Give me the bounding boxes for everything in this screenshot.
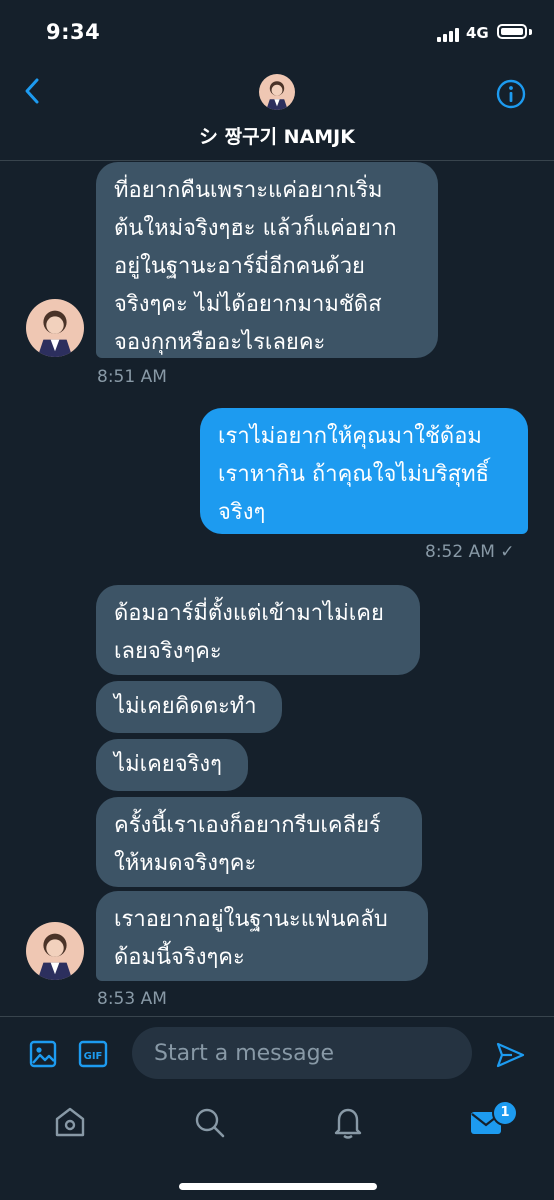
- message-bubble-incoming[interactable]: ไม่เคยจริงๆ: [96, 739, 248, 791]
- message-timestamp: 8:53 AM: [97, 989, 167, 1009]
- message-bubble-incoming[interactable]: เราอยากอยู่ในฐานะแฟนคลับ ด้อมนี้จริงๆคะ: [96, 891, 428, 981]
- battery-icon: [497, 24, 527, 39]
- message-timestamp: 8:52 AM ✓: [425, 542, 515, 562]
- gif-icon: GIF: [78, 1040, 108, 1068]
- send-button[interactable]: [494, 1039, 526, 1071]
- message-line: ไม่เคยจริงๆ: [114, 752, 222, 777]
- message-line: จองกุกหรืออะไรเลยคะ: [114, 330, 326, 355]
- conversation-header: シ 짱구기 NAMJK: [0, 64, 554, 161]
- gif-label: GIF: [84, 1051, 103, 1062]
- add-photo-button[interactable]: [28, 1039, 58, 1069]
- tab-notifications[interactable]: [330, 1104, 366, 1140]
- message-line: ต้นใหม่จริงๆฮะ แล้วก็แค่อยาก: [114, 216, 397, 241]
- message-bubble-incoming[interactable]: ด้อมอาร์มี่ตั้งแต่เข้ามาไม่เคย เลยจริงๆค…: [96, 585, 420, 675]
- message-line: ครั้งนี้เราเองก็อยากรีบเคลียร์: [114, 813, 381, 838]
- chevron-left-icon: [25, 78, 39, 104]
- message-line: เราหากิน ถ้าคุณใจไม่บริสุทธิ์: [218, 462, 490, 487]
- message-bubble-incoming[interactable]: ไม่เคยคิดตะทำ: [96, 681, 282, 733]
- message-line: ที่อยากคืนเพราะแค่อยากเริ่ม: [114, 178, 383, 203]
- tab-home[interactable]: [52, 1104, 88, 1140]
- status-bar: 9:34 4G: [0, 0, 554, 64]
- message-bubble-incoming[interactable]: ครั้งนี้เราเองก็อยากรีบเคลียร์ ให้หมดจริ…: [96, 797, 422, 887]
- message-bubble-outgoing[interactable]: เราไม่อยากให้คุณมาใช้ด้อม เราหากิน ถ้าคุ…: [200, 408, 528, 534]
- search-icon: [195, 1108, 225, 1138]
- sender-avatar[interactable]: [26, 922, 84, 980]
- message-line: ไม่เคยคิดตะทำ: [114, 694, 257, 719]
- home-indicator[interactable]: [179, 1183, 377, 1190]
- message-line: ด้อมนี้จริงๆคะ: [114, 945, 245, 970]
- message-bubble-incoming[interactable]: ที่อยากคืนเพราะแค่อยากเริ่ม ต้นใหม่จริงๆ…: [96, 162, 438, 358]
- sender-avatar[interactable]: [26, 299, 84, 357]
- info-icon: [496, 79, 526, 109]
- message-line: จริงๆคะ ไม่ได้อยากมามชัดิส: [114, 292, 382, 317]
- image-icon: [29, 1040, 57, 1068]
- battery-tip: [529, 29, 532, 35]
- conversation-title: シ 짱구기 NAMJK: [199, 126, 355, 148]
- message-timestamp: 8:51 AM: [97, 367, 167, 387]
- message-line: เราไม่อยากให้คุณมาใช้ด้อม: [218, 424, 482, 449]
- message-line: เลยจริงๆคะ: [114, 639, 222, 664]
- message-input[interactable]: [132, 1027, 472, 1079]
- message-line: จริงๆ: [218, 500, 266, 525]
- gif-button[interactable]: GIF: [78, 1039, 108, 1069]
- back-button[interactable]: [18, 76, 48, 106]
- header-avatar[interactable]: [259, 74, 295, 110]
- status-time: 9:34: [46, 20, 101, 44]
- message-line: เราอยากอยู่ในฐานะแฟนคลับ: [114, 907, 388, 932]
- message-line: อยู่ในฐานะอาร์มี่อีกคนด้วย: [114, 254, 365, 279]
- info-button[interactable]: [495, 78, 527, 110]
- home-icon: [55, 1107, 85, 1137]
- signal-icon: [437, 28, 461, 42]
- message-line: ให้หมดจริงๆคะ: [114, 851, 257, 876]
- message-composer: GIF: [0, 1016, 554, 1091]
- network-label: 4G: [466, 24, 489, 42]
- bell-icon: [334, 1108, 362, 1139]
- message-line: ด้อมอาร์มี่ตั้งแต่เข้ามาไม่เคย: [114, 601, 384, 626]
- messages-badge: 1: [492, 1100, 518, 1126]
- send-icon: [496, 1042, 525, 1068]
- tab-search[interactable]: [191, 1104, 227, 1140]
